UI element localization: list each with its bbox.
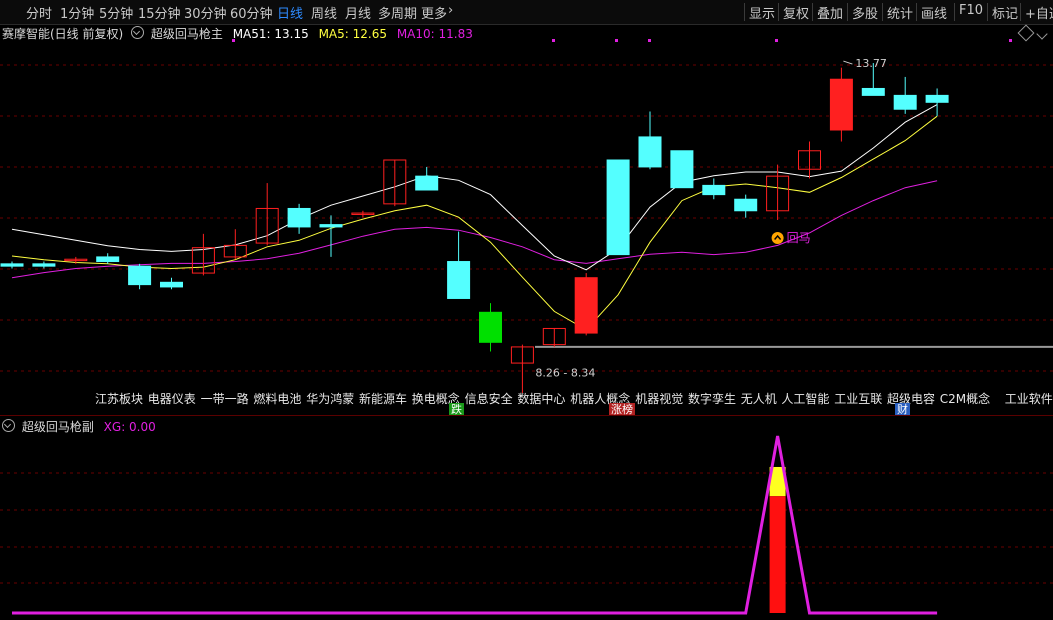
period-tab-3[interactable]: 15分钟 [138, 3, 181, 22]
ma51-line [11, 104, 938, 271]
candle-body [32, 263, 56, 267]
candle-body [734, 198, 758, 212]
concept-tag[interactable]: C2M概念 [940, 390, 990, 407]
concept-tag[interactable]: 数据中心 [517, 390, 565, 407]
candle-body [479, 311, 502, 343]
period-toolbar: 分时 1分钟 5分钟 15分钟 30分钟 60分钟 日线 周线 月线 多周期 更多 › 显示 复权 叠加 多股… [0, 0, 1053, 25]
candle-body [574, 277, 598, 334]
toolbar-button-6[interactable]: F10 [959, 3, 983, 18]
concept-tag[interactable]: 电器仪表 [148, 390, 196, 407]
marker-dot [1009, 39, 1012, 42]
candlestick-chart[interactable]: 13.77 8.26 - 8.34 回马 [0, 24, 1053, 416]
candle-body [861, 87, 885, 96]
period-tab-0[interactable]: 分时 [26, 3, 52, 22]
period-tab-8[interactable]: 月线 [345, 3, 371, 22]
period-tab-5[interactable]: 60分钟 [230, 3, 273, 22]
concept-tag[interactable]: 数字孪生 [688, 390, 736, 407]
candle-body [925, 94, 949, 103]
concept-tag[interactable]: 一带一路 [201, 390, 249, 407]
candle-body [0, 263, 24, 267]
ma5-line [11, 115, 938, 331]
low-price-label: 8.26 - 8.34 [535, 366, 595, 379]
marker-dot [232, 39, 235, 42]
candle-body [638, 136, 662, 168]
toolbar-button-8[interactable]: +自选 [1025, 3, 1053, 22]
candle-body [606, 159, 630, 256]
candle-body [287, 207, 311, 228]
signal-up-icon [771, 232, 784, 244]
period-tab-4[interactable]: 30分钟 [184, 3, 227, 22]
candle-body [829, 78, 853, 131]
concept-tag[interactable]: 新能源车 [359, 390, 407, 407]
toolbar-separator [954, 3, 955, 21]
toolbar-separator [778, 3, 779, 21]
marker-dot [552, 39, 555, 42]
concept-tag[interactable]: 机器视觉 [635, 390, 683, 407]
toolbar-separator [847, 3, 848, 21]
high-pointer [843, 60, 853, 65]
toolbar-button-4[interactable]: 统计 [887, 3, 913, 22]
toolbar-button-2[interactable]: 叠加 [817, 3, 843, 22]
marker-dot [615, 39, 618, 42]
period-tab-2[interactable]: 5分钟 [99, 3, 133, 22]
marker-dot [648, 39, 651, 42]
high-price-label: 13.77 [855, 57, 887, 70]
signal-label: 回马 [787, 231, 811, 245]
candle-body [319, 224, 343, 228]
toolbar-separator [882, 3, 883, 21]
concept-tag[interactable]: 燃料电池 [253, 390, 301, 407]
candle-body [128, 265, 152, 286]
concept-tag[interactable]: 华为鸿蒙 [306, 390, 354, 407]
toolbar-separator [1020, 3, 1021, 21]
chevron-right-icon[interactable]: › [448, 3, 453, 18]
sub-indicator-chart[interactable] [0, 416, 1053, 620]
candle-body [96, 256, 120, 263]
xg-bar-red [769, 496, 786, 613]
marker-dot [775, 39, 778, 42]
period-tab-9[interactable]: 多周期 [378, 3, 417, 22]
toolbar-button-1[interactable]: 复权 [783, 3, 809, 22]
candle-body [893, 94, 917, 110]
toolbar-separator [987, 3, 988, 21]
concept-tag[interactable]: 人工智能 [781, 390, 829, 407]
concept-tag[interactable]: 无人机 [741, 390, 777, 407]
toolbar-separator [812, 3, 813, 21]
candle-body [415, 175, 439, 191]
concept-tag[interactable]: 信息安全 [465, 390, 513, 407]
concept-tag[interactable]: 工业软件 [1005, 390, 1053, 407]
period-tab-6[interactable]: 日线 [277, 3, 303, 22]
concept-tag[interactable]: 江苏板块 [95, 390, 143, 407]
candle-body [670, 150, 694, 189]
period-tab-1[interactable]: 1分钟 [60, 3, 94, 22]
toolbar-button-3[interactable]: 多股 [852, 3, 878, 22]
xg-line [12, 435, 938, 615]
toolbar-separator [744, 3, 745, 21]
toolbar-separator [916, 3, 917, 21]
period-tab-10[interactable]: 更多 [421, 3, 447, 22]
candle-body [447, 261, 471, 299]
toolbar-button-7[interactable]: 标记 [992, 3, 1018, 22]
toolbar-button-0[interactable]: 显示 [749, 3, 775, 22]
toolbar-button-5[interactable]: 画线 [921, 3, 947, 22]
period-tab-7[interactable]: 周线 [311, 3, 337, 22]
candle-body [160, 281, 183, 288]
candle-body [702, 184, 726, 196]
concept-tag[interactable]: 工业互联 [834, 390, 882, 407]
